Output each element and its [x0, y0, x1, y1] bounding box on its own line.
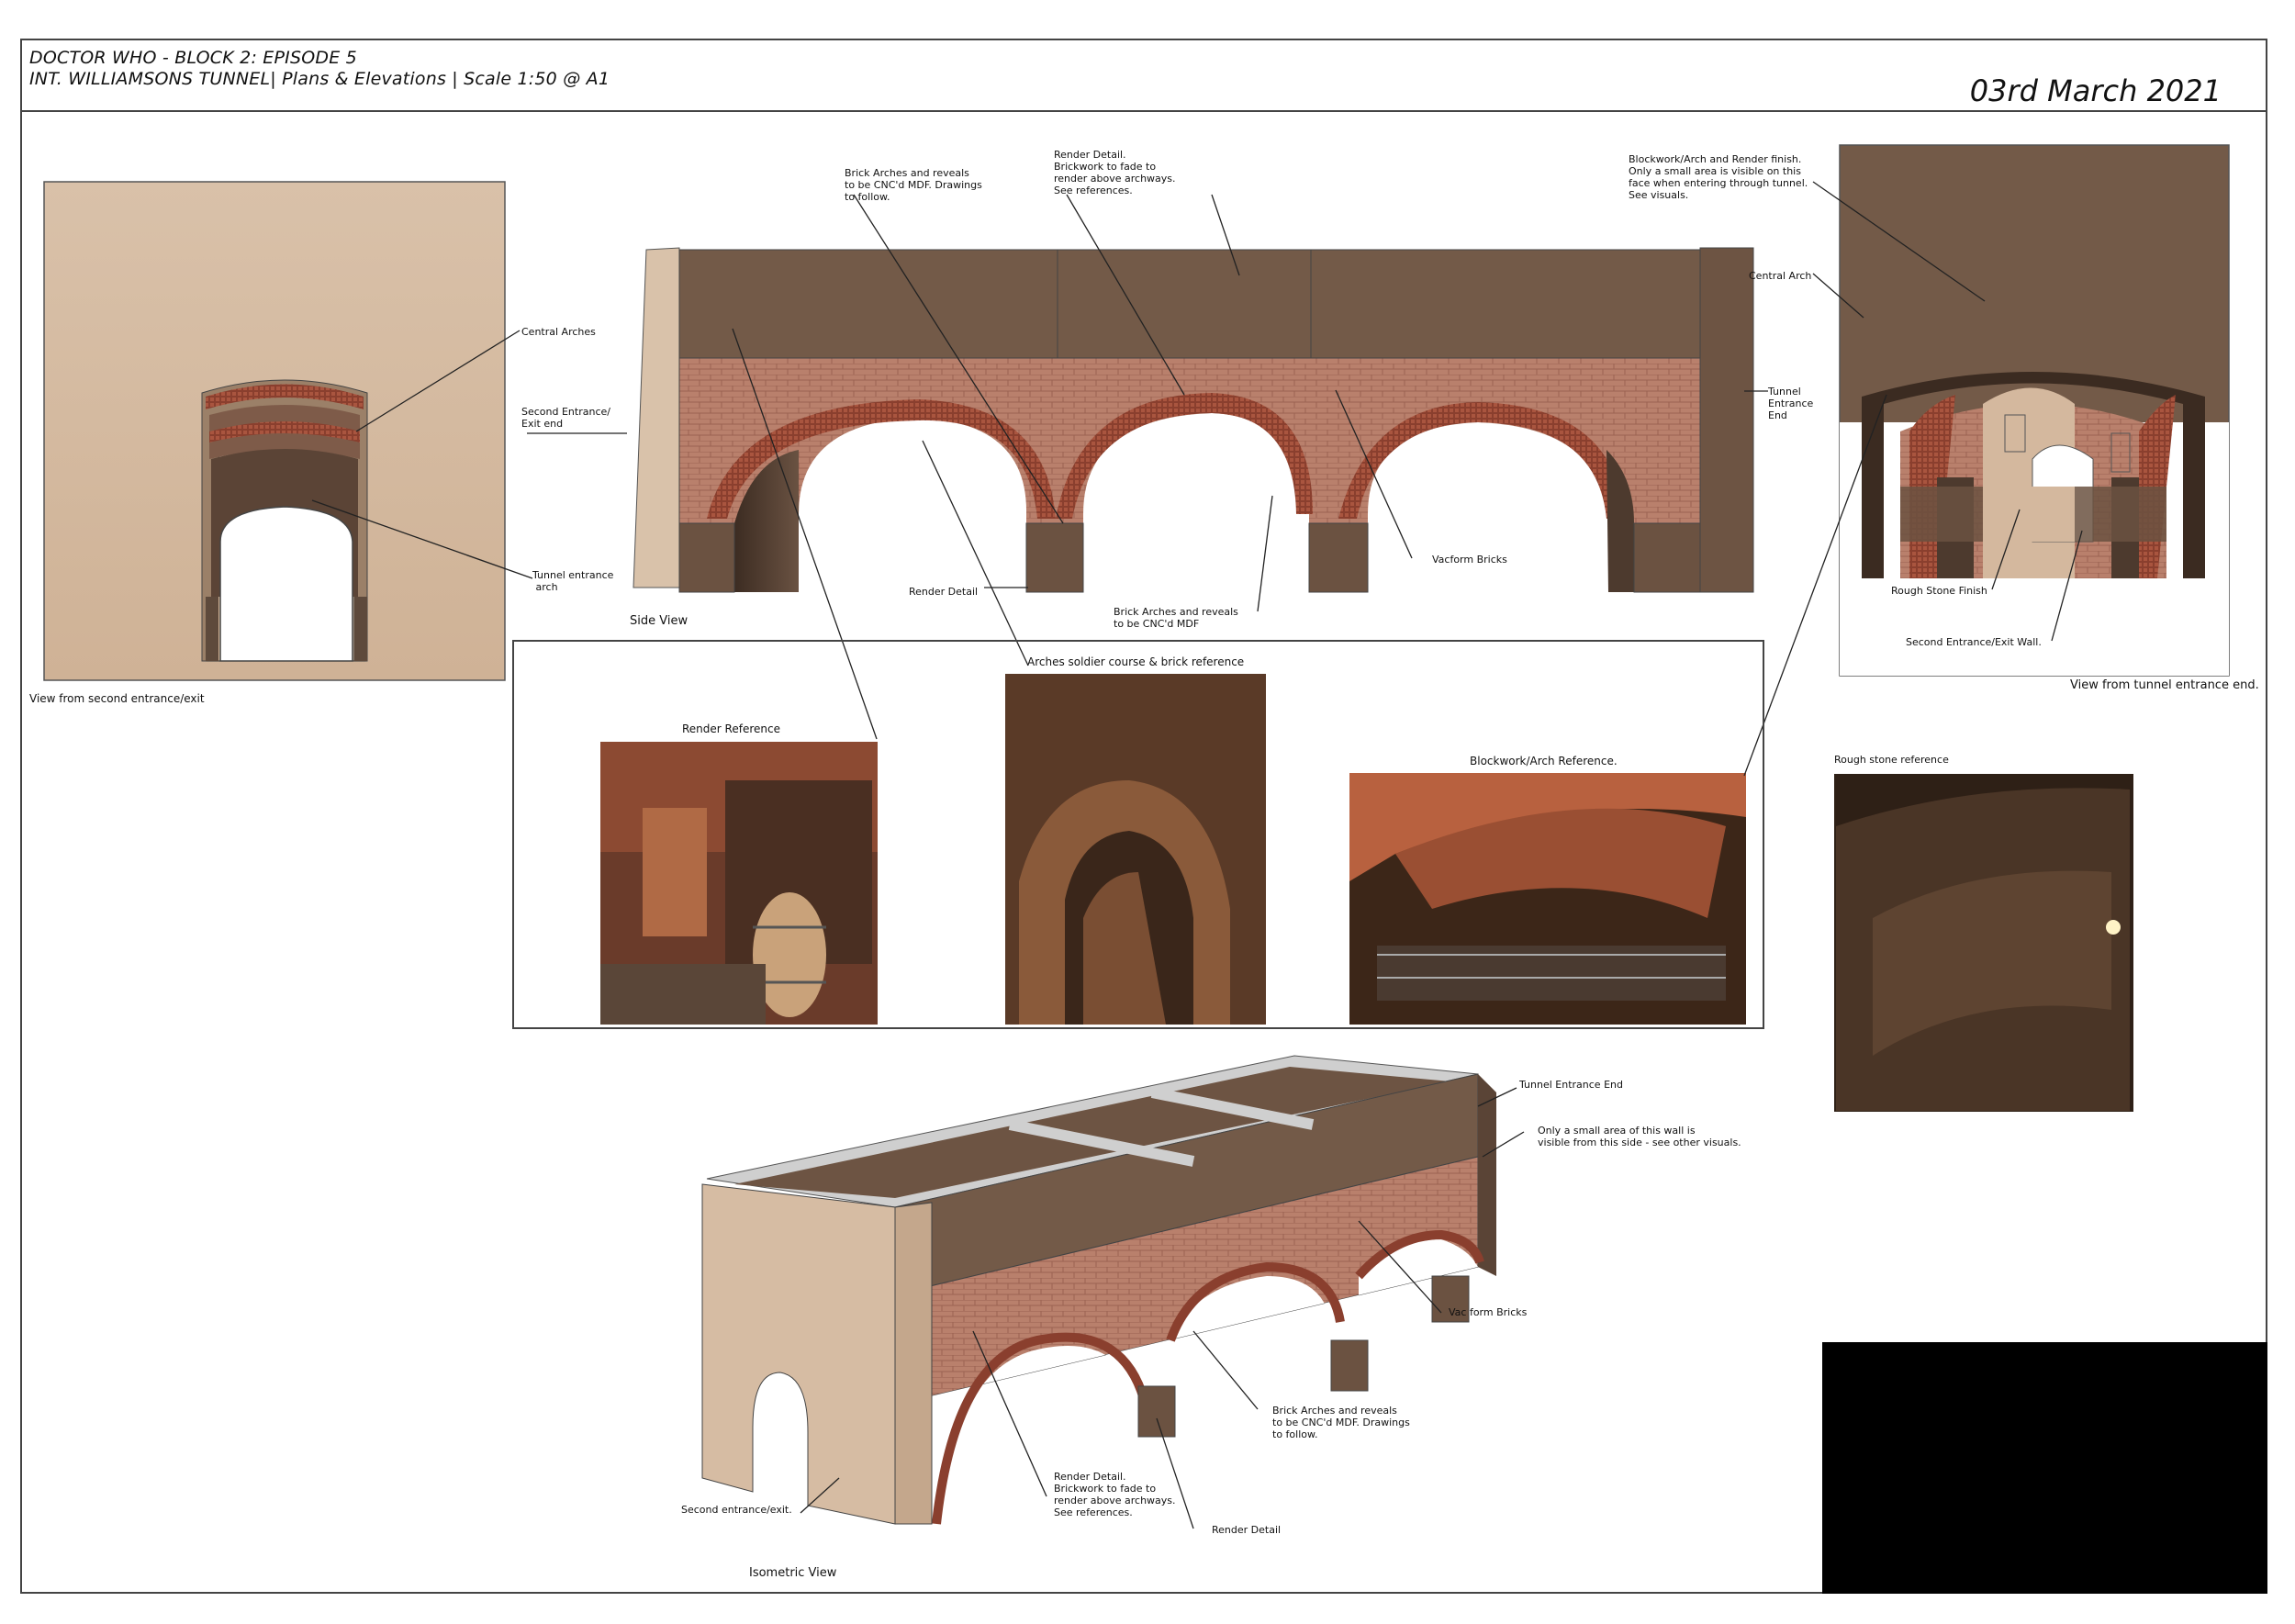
note-tunnel-entrance-arch: Tunnel entrance arch	[532, 569, 614, 593]
note-render-detail: Render Detail. Brickwork to fade to rend…	[1054, 149, 1176, 196]
note-rough-stone-finish: Rough Stone Finish	[1891, 585, 1987, 597]
note-render-detail-iso: Render Detail. Brickwork to fade to rend…	[1054, 1471, 1176, 1518]
note-second-entrance-wall: Second Entrance/Exit Wall.	[1906, 636, 2042, 648]
note-brick-arches-follow: Brick Arches and reveals to be CNC'd MDF…	[845, 167, 982, 203]
note-vac-form-bricks: Vac form Bricks	[1449, 1306, 1528, 1318]
note-vacform-bricks: Vacform Bricks	[1432, 554, 1507, 566]
note-render-detail-short: Render Detail	[909, 586, 979, 598]
caption-isometric-view: Isometric View	[749, 1566, 837, 1580]
note-central-arches: Central Arches	[521, 326, 596, 338]
isometric-view	[701, 1055, 1496, 1525]
black-panel	[1822, 1342, 2267, 1594]
caption-tunnel-end-view: View from tunnel entrance end.	[2070, 678, 2259, 692]
note-central-arch: Central Arch	[1749, 270, 1812, 282]
note-tunnel-entrance-end: Tunnel Entrance End	[1768, 386, 1814, 421]
note-blockwork-render: Blockwork/Arch and Render finish. Only a…	[1629, 153, 1808, 201]
note-second-entrance-exit: Second entrance/exit.	[681, 1504, 792, 1516]
note-tunnel-entrance-end-iso: Tunnel Entrance End	[1519, 1079, 1623, 1091]
note-render-detail-iso-short: Render Detail	[1212, 1524, 1282, 1536]
second-entrance-view	[43, 181, 506, 681]
note-second-entrance-exit-end: Second Entrance/ Exit end	[521, 406, 610, 430]
side-view	[633, 247, 1754, 593]
caption-blockwork-reference: Blockwork/Arch Reference.	[1470, 755, 1618, 767]
caption-side-view: Side View	[630, 614, 688, 628]
note-brick-arches-iso: Brick Arches and reveals to be CNC'd MDF…	[1272, 1405, 1410, 1440]
reference-panel	[512, 640, 1764, 1029]
note-brick-arches-mdf: Brick Arches and reveals to be CNC'd MDF	[1114, 606, 1238, 630]
note-small-area: Only a small area of this wall is visibl…	[1538, 1125, 1741, 1148]
caption-rough-stone-reference: Rough stone reference	[1834, 754, 1949, 766]
caption-render-reference: Render Reference	[682, 722, 780, 735]
caption-second-entrance-view: View from second entrance/exit	[29, 692, 205, 705]
caption-arches-reference: Arches soldier course & brick reference	[1027, 655, 1245, 668]
photo-rough-stone-reference	[1834, 774, 2133, 1112]
